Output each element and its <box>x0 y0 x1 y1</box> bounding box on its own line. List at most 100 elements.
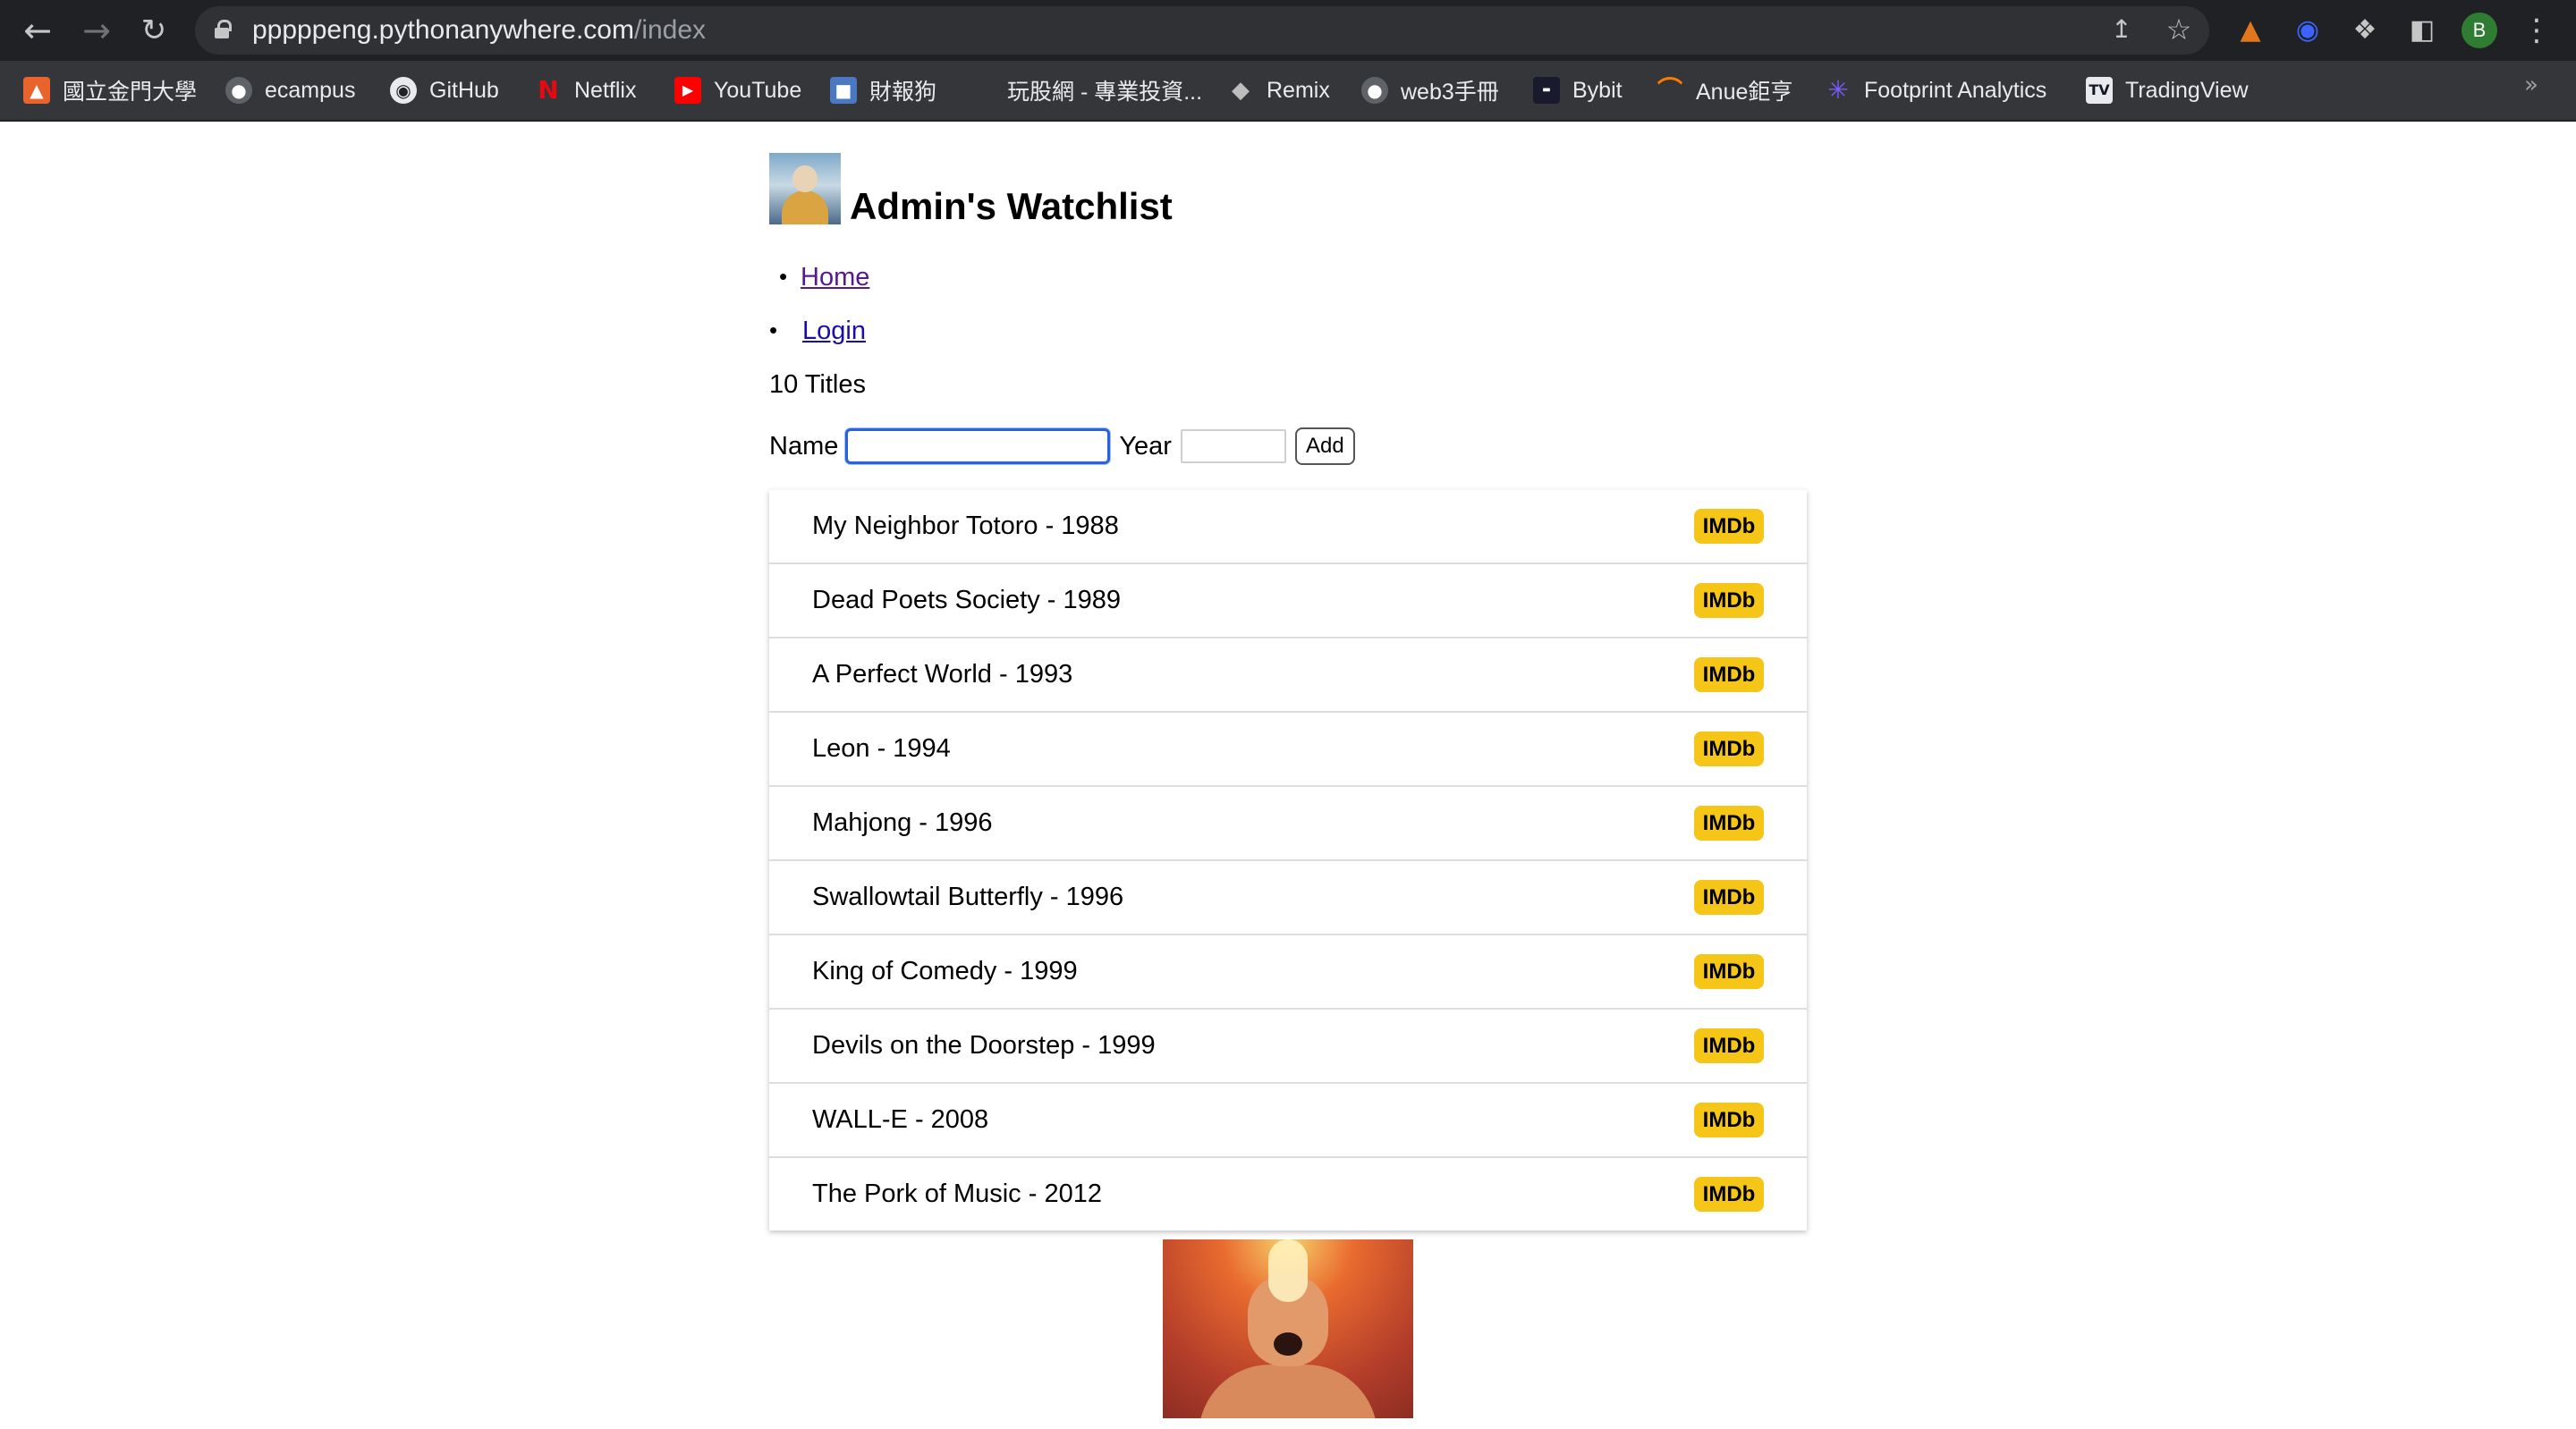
bookmark-item[interactable]: ▲ 國立金門大學 <box>23 73 197 107</box>
list-item: My Neighbor Totoro - 1988 IMDb <box>769 490 1807 564</box>
bookmark-item[interactable]: ▶ YouTube <box>674 73 801 107</box>
bookmark-item[interactable]: ⌒ Anue鉅亨 <box>1657 73 1792 107</box>
share-icon[interactable]: ↥ <box>2106 13 2138 46</box>
bookmark-label: 國立金門大學 <box>63 80 198 105</box>
bybit-icon: ▬ <box>1533 77 1560 104</box>
bookmark-label: Remix <box>1267 77 1330 103</box>
movie-title: The Pork of Music - 2012 <box>812 1180 1102 1208</box>
profile-avatar[interactable]: B <box>2462 13 2497 48</box>
movie-title: Devils on the Doorstep - 1999 <box>812 1031 1156 1060</box>
github-icon: ◉ <box>390 77 417 104</box>
year-input[interactable] <box>1180 429 1286 463</box>
netflix-icon: N <box>538 75 559 105</box>
menu-dots-icon[interactable]: ⋮ <box>2519 13 2555 48</box>
browser-toolbar: ← → ↻ pppppeng.pythonanywhere.com/index … <box>0 0 2576 61</box>
list-item: WALL-E - 2008 IMDb <box>769 1084 1807 1158</box>
bookmark-label: GitHub <box>429 77 499 103</box>
movie-title: Dead Poets Society - 1989 <box>812 586 1121 614</box>
home-link[interactable]: Home <box>801 263 869 292</box>
url-path: /index <box>633 15 707 45</box>
nav-item-home: Home <box>779 263 869 292</box>
imdb-link[interactable]: IMDb <box>1694 1177 1764 1212</box>
list-item: Leon - 1994 IMDb <box>769 713 1807 787</box>
lock-icon[interactable] <box>215 20 232 38</box>
address-bar[interactable]: pppppeng.pythonanywhere.com/index ↥ ☆ <box>195 6 2209 55</box>
movie-title: King of Comedy - 1999 <box>812 957 1078 985</box>
bookmark-label: web3手冊 <box>1401 80 1499 105</box>
star-icon[interactable]: ☆ <box>2163 13 2195 46</box>
metamask-icon[interactable]: ▲ <box>2233 13 2268 48</box>
bookmark-item[interactable]: ▬ Bybit <box>1533 73 1623 107</box>
name-input[interactable] <box>845 428 1111 464</box>
login-link[interactable]: Login <box>802 317 866 345</box>
list-item: Mahjong - 1996 IMDb <box>769 787 1807 861</box>
imdb-link[interactable]: IMDb <box>1694 509 1764 544</box>
list-item: King of Comedy - 1999 IMDb <box>769 935 1807 1010</box>
add-movie-form: Name Year Add <box>769 426 1355 467</box>
list-item: Devils on the Doorstep - 1999 IMDb <box>769 1010 1807 1084</box>
footer-image <box>1163 1239 1413 1418</box>
globe-icon: ● <box>225 77 252 104</box>
list-item: The Pork of Music - 2012 IMDb <box>769 1158 1807 1230</box>
footprint-icon: ✳ <box>1827 75 1849 105</box>
list-item: A Perfect World - 1993 IMDb <box>769 638 1807 713</box>
bookmark-label: ecampus <box>265 77 356 103</box>
movie-title: Mahjong - 1996 <box>812 808 993 837</box>
bookmark-label: Anue鉅亨 <box>1696 80 1793 105</box>
puzzle-icon[interactable]: ❖ <box>2347 13 2383 48</box>
bookmark-item[interactable]: ● ecampus <box>225 73 355 107</box>
bookmark-label: YouTube <box>714 77 802 103</box>
movie-title: Leon - 1994 <box>812 734 951 763</box>
page-title: Admin's Watchlist <box>850 185 1173 227</box>
bookmark-label: 財報狗 <box>869 80 937 105</box>
imdb-link[interactable]: IMDb <box>1694 583 1764 618</box>
movie-title: WALL-E - 2008 <box>812 1105 989 1134</box>
page-content: Admin's Watchlist Home Login 10 Titles N… <box>0 122 2576 1429</box>
youtube-icon: ▶ <box>674 77 701 104</box>
school-icon: ▲ <box>23 77 50 104</box>
tradingview-icon: TV <box>2086 77 2113 104</box>
nav-list: Home <box>779 263 869 292</box>
imdb-link[interactable]: IMDb <box>1694 954 1764 989</box>
forward-arrow-icon[interactable]: → <box>79 13 114 48</box>
bookmark-item[interactable]: ◉ GitHub <box>390 73 499 107</box>
bookmark-item[interactable]: TV TradingView <box>2086 73 2249 107</box>
bookmark-item[interactable]: ■ 財報狗 <box>830 73 936 107</box>
bookmark-item[interactable]: ● web3手冊 <box>1361 73 1499 107</box>
bookmark-label: Footprint Analytics <box>1864 77 2047 103</box>
movie-title: Swallowtail Butterfly - 1996 <box>812 883 1124 911</box>
avatar <box>769 153 841 224</box>
side-panel-icon[interactable]: ◧ <box>2404 13 2440 48</box>
bookmark-item[interactable]: N Netflix <box>535 73 636 107</box>
add-button[interactable]: Add <box>1294 427 1355 465</box>
movie-list: My Neighbor Totoro - 1988 IMDb Dead Poets… <box>769 490 1807 1230</box>
remix-icon: ◆ <box>1232 77 1250 104</box>
globe-icon: ● <box>1361 77 1388 104</box>
nav-item-login: Login <box>769 317 866 346</box>
imdb-link[interactable]: IMDb <box>1694 1103 1764 1137</box>
imdb-link[interactable]: IMDb <box>1694 806 1764 841</box>
bookmark-label: 玩股網 - 專業投資... <box>1007 80 1203 105</box>
list-item: Dead Poets Society - 1989 IMDb <box>769 564 1807 638</box>
back-arrow-icon[interactable]: ← <box>20 13 55 48</box>
imdb-link[interactable]: IMDb <box>1694 731 1764 766</box>
url-text[interactable]: pppppeng.pythonanywhere.com/index <box>252 15 706 46</box>
bookmark-item[interactable]: ✳ Footprint Analytics <box>1825 73 2046 107</box>
reload-icon[interactable]: ↻ <box>136 13 172 48</box>
url-host: pppppeng.pythonanywhere.com <box>252 15 634 45</box>
anue-icon: ⌒ <box>1657 75 1682 105</box>
bookmark-item[interactable]: ◆ Remix <box>1227 73 1330 107</box>
list-item: Swallowtail Butterfly - 1996 IMDb <box>769 861 1807 935</box>
imdb-link[interactable]: IMDb <box>1694 657 1764 692</box>
bookmarks-overflow-icon[interactable]: » <box>2524 72 2538 98</box>
imdb-link[interactable]: IMDb <box>1694 880 1764 915</box>
bookmark-item[interactable]: 玩股網 - 專業投資... <box>1007 73 1202 107</box>
imdb-link[interactable]: IMDb <box>1694 1028 1764 1063</box>
extension-circle-icon[interactable]: ◉ <box>2290 13 2326 48</box>
movie-title: My Neighbor Totoro - 1988 <box>812 512 1119 540</box>
movie-title: A Perfect World - 1993 <box>812 660 1073 689</box>
dog-icon: ■ <box>830 77 857 104</box>
bookmark-label: Bybit <box>1572 77 1623 103</box>
name-label: Name <box>769 431 839 461</box>
titles-count: 10 Titles <box>769 370 866 399</box>
